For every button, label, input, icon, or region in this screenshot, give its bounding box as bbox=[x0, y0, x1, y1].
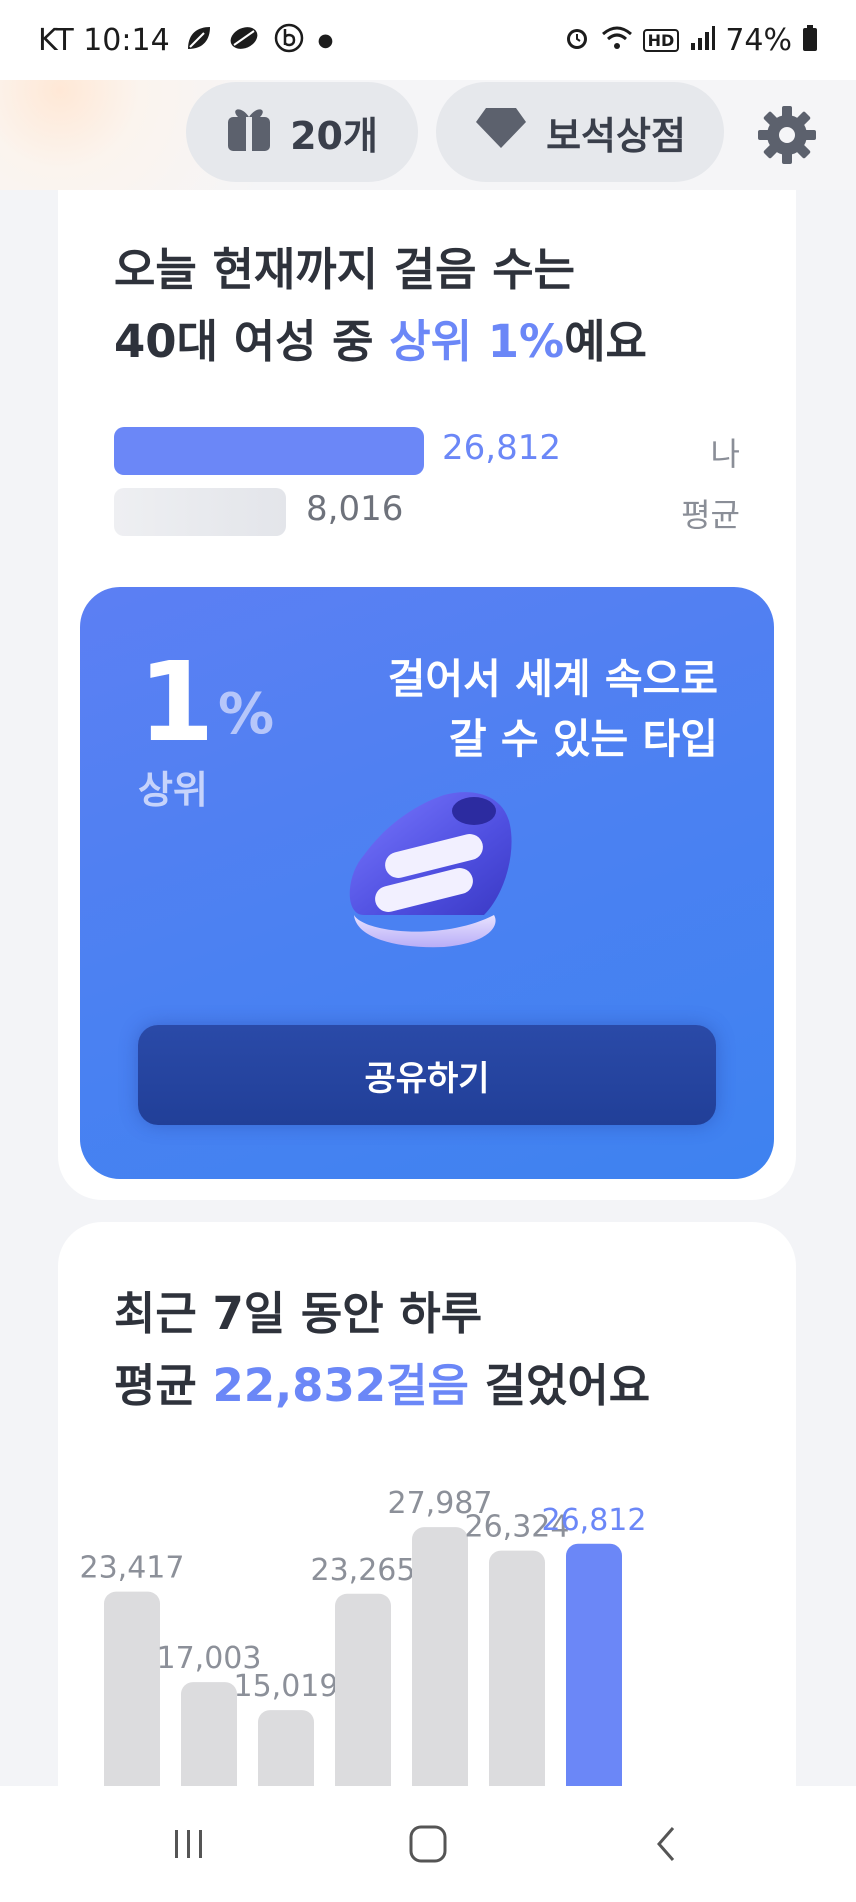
my-steps-label: 나 bbox=[710, 435, 740, 473]
gift-count-button[interactable]: 20개 bbox=[186, 82, 418, 182]
my-steps-bar bbox=[114, 427, 424, 475]
average-steps-value: 8,016 bbox=[306, 489, 404, 529]
sneaker-icon bbox=[324, 765, 520, 955]
chart-bar-label-7: 26,812 bbox=[542, 1503, 647, 1538]
hd-badge: HD bbox=[642, 28, 680, 52]
rank-headline-line1: 오늘 현재까지 걸음 수는 bbox=[114, 243, 576, 296]
navigation-bar bbox=[0, 1786, 856, 1902]
notification-dot-icon: ● bbox=[317, 29, 334, 51]
leaf-double-icon bbox=[228, 23, 260, 58]
status-right: HD 74% bbox=[563, 23, 818, 58]
status-bar: KT 10:14 ● HD 74% bbox=[0, 0, 856, 80]
walker-type-line2: 갈 수 있는 타입 bbox=[448, 715, 718, 763]
recent-apps-icon[interactable] bbox=[154, 1814, 224, 1874]
b-app-icon bbox=[274, 23, 304, 58]
chart-bar-label-3: 15,019 bbox=[234, 1669, 339, 1704]
rank-card: 오늘 현재까지 걸음 수는 40대 여성 중 상위 1%예요 26,812 나 … bbox=[58, 190, 796, 1200]
my-steps-value: 26,812 bbox=[442, 428, 561, 468]
rank-headline-suffix: 예요 bbox=[564, 315, 647, 368]
battery-icon bbox=[802, 24, 818, 57]
carrier-time: KT 10:14 bbox=[38, 22, 170, 58]
status-left: KT 10:14 ● bbox=[38, 23, 333, 58]
gem-shop-button[interactable]: 보석상점 bbox=[436, 82, 724, 182]
alarm-icon bbox=[563, 24, 591, 57]
walker-type-text: 걸어서 세계 속으로 갈 수 있는 타입 bbox=[388, 649, 718, 769]
settings-gear-icon[interactable] bbox=[754, 102, 820, 168]
percent-value: 1 bbox=[138, 638, 215, 766]
average-steps-bar bbox=[114, 488, 286, 536]
gift-count-label: 20개 bbox=[290, 113, 378, 158]
average-steps-label: 평균 bbox=[681, 496, 740, 534]
gem-icon bbox=[474, 106, 528, 159]
battery-percent: 74% bbox=[725, 22, 792, 58]
leaf-icon bbox=[184, 23, 214, 58]
top-bar: 20개 보석상점 bbox=[0, 80, 856, 190]
result-panel: 1 % 상위 걸어서 세계 속으로 갈 수 있는 타입 공유하기 bbox=[80, 587, 774, 1179]
chart-bar-label-1: 23,417 bbox=[80, 1551, 185, 1586]
wifi-icon bbox=[601, 24, 633, 57]
walker-type-line1: 걸어서 세계 속으로 bbox=[387, 655, 718, 703]
percent-sign: % bbox=[218, 682, 275, 747]
signal-icon bbox=[689, 25, 716, 56]
share-button[interactable]: 공유하기 bbox=[138, 1025, 716, 1125]
gift-icon bbox=[226, 103, 272, 162]
percent-label: 상위 bbox=[138, 768, 208, 812]
gem-shop-label: 보석상점 bbox=[546, 113, 686, 158]
rank-headline-line2: 40대 여성 중 상위 1%예요 bbox=[114, 306, 647, 378]
rank-headline-accent: 상위 1% bbox=[389, 315, 565, 368]
rank-headline: 오늘 현재까지 걸음 수는 40대 여성 중 상위 1%예요 bbox=[114, 234, 647, 378]
back-icon[interactable] bbox=[632, 1814, 702, 1874]
rank-headline-prefix: 40대 여성 중 bbox=[114, 315, 390, 368]
home-icon[interactable] bbox=[393, 1814, 463, 1874]
chart-bar-label-4: 23,265 bbox=[311, 1553, 416, 1588]
